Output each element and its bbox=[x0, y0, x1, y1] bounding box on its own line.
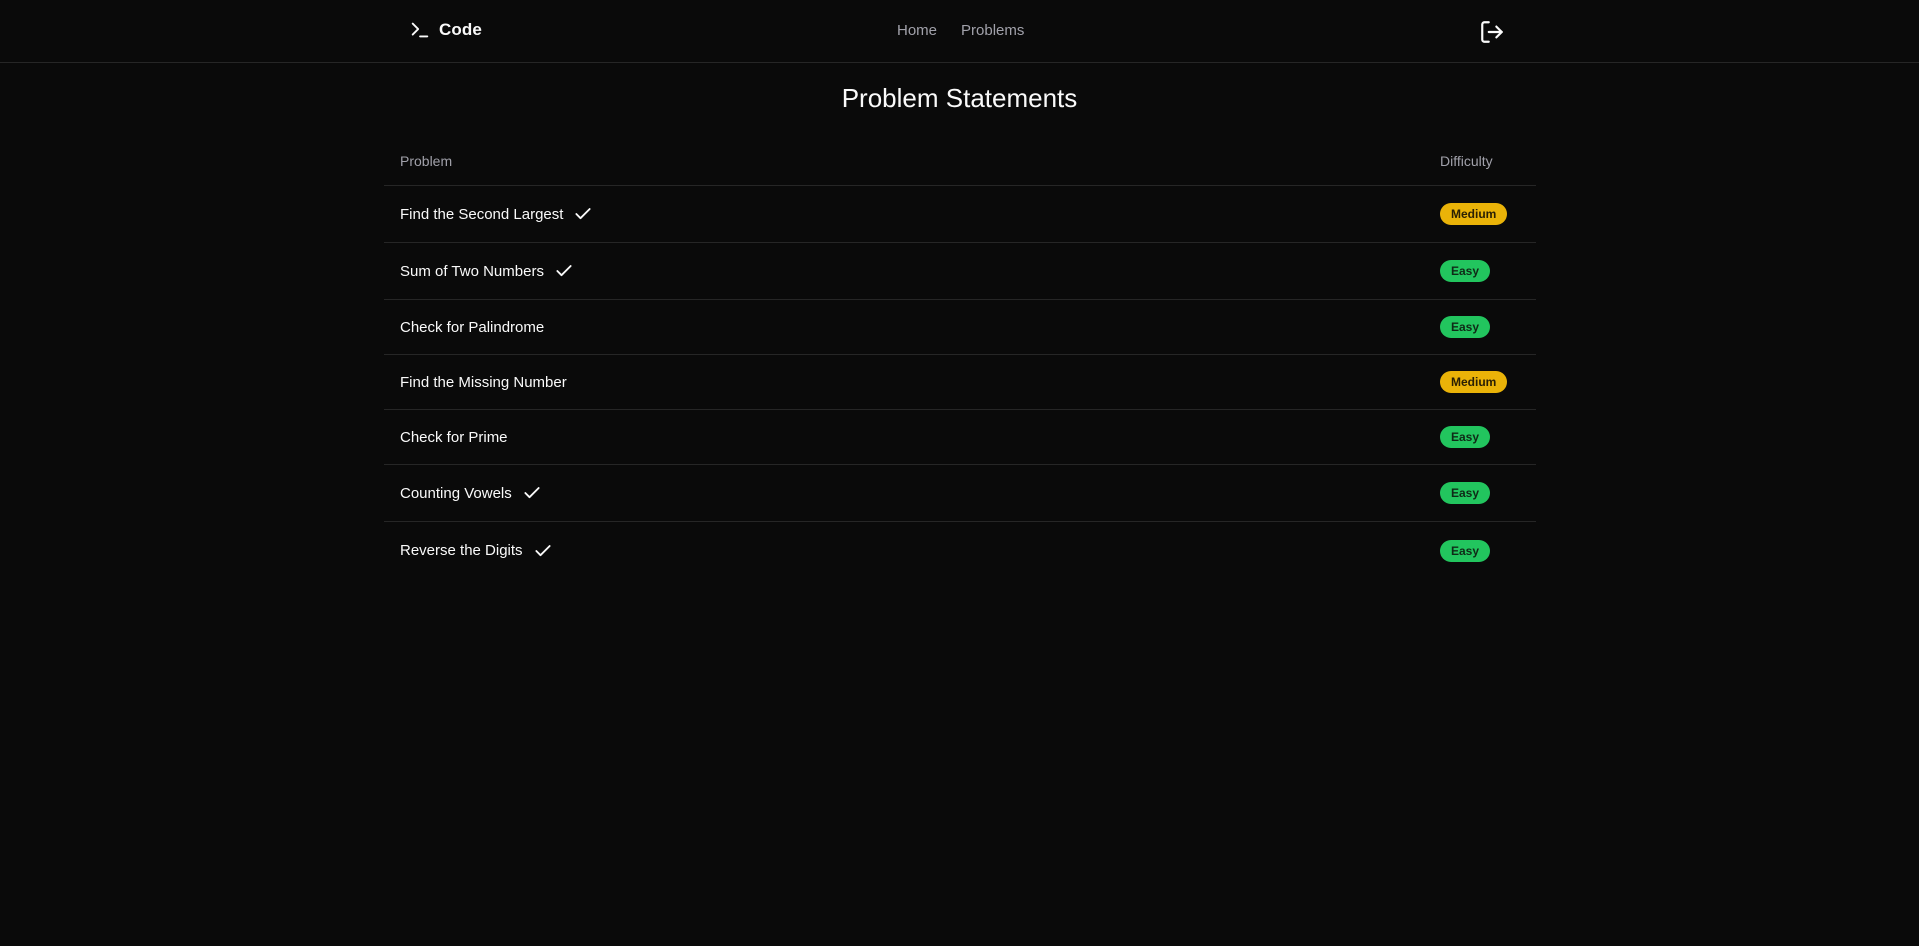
nav-link-home[interactable]: Home bbox=[897, 22, 937, 39]
table-row[interactable]: Find the Second Largest Medium bbox=[384, 186, 1536, 243]
problems-table: Problem Difficulty Find the Second Large… bbox=[384, 136, 1536, 579]
difficulty-badge: Easy bbox=[1440, 316, 1491, 338]
problem-title[interactable]: Find the Missing Number bbox=[400, 374, 567, 391]
difficulty-badge: Easy bbox=[1440, 260, 1491, 282]
check-icon bbox=[524, 487, 540, 499]
table-row[interactable]: Sum of Two Numbers Easy bbox=[384, 243, 1536, 300]
check-icon bbox=[534, 544, 551, 556]
column-header-difficulty: Difficulty bbox=[1440, 153, 1493, 169]
page-title: Problem Statements bbox=[841, 83, 1078, 113]
difficulty-badge: Easy bbox=[1440, 482, 1491, 504]
problem-cell: Counting Vowels bbox=[400, 465, 542, 521]
brand-name: Code bbox=[439, 20, 482, 39]
table-row[interactable]: Check for Palindrome Easy bbox=[384, 300, 1536, 355]
logout-button[interactable] bbox=[1479, 19, 1505, 45]
nav-link-problems[interactable]: Problems bbox=[961, 22, 1024, 39]
problem-title[interactable]: Find the Second Largest bbox=[400, 206, 563, 223]
table-row[interactable]: Check for Prime Easy bbox=[384, 410, 1536, 465]
difficulty-badge: Easy bbox=[1440, 426, 1491, 448]
problem-cell: Find the Second Largest bbox=[400, 186, 593, 242]
terminal-icon bbox=[411, 22, 429, 38]
difficulty-badge: Medium bbox=[1440, 371, 1508, 393]
table-row[interactable]: Find the Missing Number Medium bbox=[384, 355, 1536, 410]
problem-title[interactable]: Check for Palindrome bbox=[400, 319, 544, 336]
main-nav: Home Problems bbox=[897, 22, 1024, 39]
problem-title[interactable]: Sum of Two Numbers bbox=[400, 263, 544, 280]
logout-icon bbox=[1481, 21, 1503, 43]
table-row[interactable]: Reverse the Digits Easy bbox=[384, 522, 1536, 579]
table-header: Problem Difficulty bbox=[384, 136, 1536, 186]
problem-title[interactable]: Counting Vowels bbox=[400, 485, 512, 502]
problem-cell: Check for Prime bbox=[400, 410, 508, 464]
table-row[interactable]: Counting Vowels Easy bbox=[384, 465, 1536, 522]
difficulty-badge: Easy bbox=[1440, 539, 1491, 562]
difficulty-badge: Medium bbox=[1440, 203, 1508, 225]
problem-cell: Reverse the Digits bbox=[400, 522, 553, 579]
problem-cell: Check for Palindrome bbox=[400, 300, 544, 354]
problem-title[interactable]: Reverse the Digits bbox=[400, 542, 523, 559]
problem-cell: Find the Missing Number bbox=[400, 355, 567, 409]
problem-title[interactable]: Check for Prime bbox=[400, 429, 508, 446]
column-header-problem: Problem bbox=[400, 153, 453, 169]
brand-logo-link[interactable]: Code bbox=[409, 19, 482, 41]
check-icon bbox=[575, 208, 592, 220]
check-icon bbox=[556, 265, 572, 277]
problem-cell: Sum of Two Numbers bbox=[400, 243, 574, 299]
top-navbar: Code Home Problems bbox=[0, 0, 1919, 63]
